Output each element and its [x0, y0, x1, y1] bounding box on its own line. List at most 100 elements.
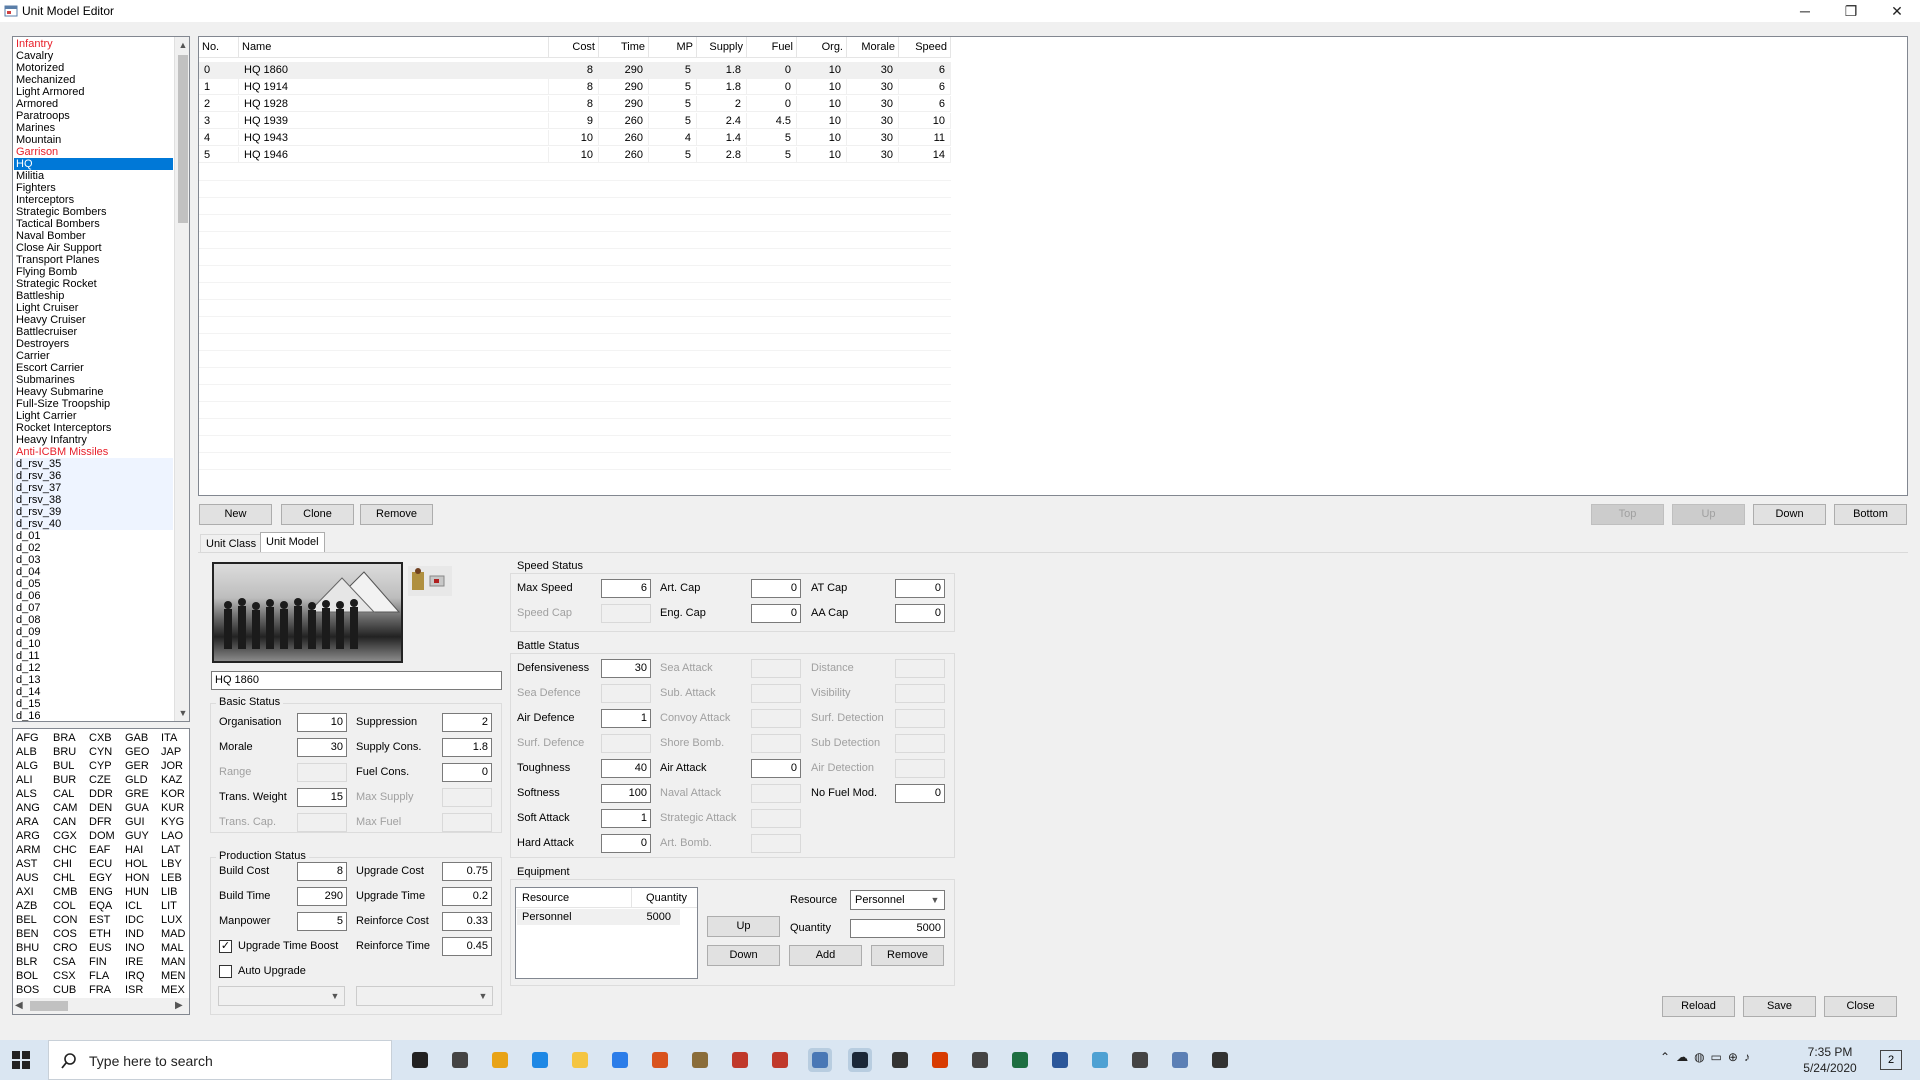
grid-column-header[interactable]: Speed: [899, 37, 951, 58]
country-item[interactable]: HUN: [125, 886, 149, 898]
unit-class-item[interactable]: Interceptors: [14, 194, 173, 206]
country-item[interactable]: BOL: [16, 970, 38, 982]
toughness-input[interactable]: 40: [601, 759, 651, 778]
equipment-down-button[interactable]: Down: [707, 945, 780, 966]
country-item[interactable]: GER: [125, 760, 149, 772]
unit-class-item[interactable]: d_11: [14, 650, 173, 662]
country-item[interactable]: COS: [53, 928, 77, 940]
unit-model-image[interactable]: [212, 562, 403, 663]
grid-column-header[interactable]: Cost: [549, 37, 599, 58]
unit-class-item[interactable]: Flying Bomb: [14, 266, 173, 278]
equipment-remove-button[interactable]: Remove: [871, 945, 944, 966]
start-button[interactable]: [12, 1051, 30, 1069]
country-item[interactable]: DFR: [89, 816, 112, 828]
country-item[interactable]: ARM: [16, 844, 40, 856]
globe-icon[interactable]: ⊕: [1728, 1050, 1744, 1064]
country-item[interactable]: AXI: [16, 886, 34, 898]
trans-cap-input[interactable]: [297, 813, 347, 832]
country-item[interactable]: EAF: [89, 844, 110, 856]
move-top-button[interactable]: Top: [1591, 504, 1664, 525]
editor-icon[interactable]: [1168, 1048, 1192, 1072]
notification-center-icon[interactable]: 2: [1880, 1050, 1902, 1070]
unit-class-item[interactable]: d_09: [14, 626, 173, 638]
unit-class-item[interactable]: Light Carrier: [14, 410, 173, 422]
table-row[interactable]: 5 HQ 1946 10 260 5 2.8 5 10 30 14: [199, 147, 951, 164]
unit-class-item[interactable]: Carrier: [14, 350, 173, 362]
country-item[interactable]: LBY: [161, 858, 182, 870]
upgrade-time-input[interactable]: 0.2: [442, 887, 492, 906]
upgrade-target-combo[interactable]: ▼: [218, 986, 345, 1006]
art-bomb-input[interactable]: [751, 834, 801, 853]
unit-class-item[interactable]: Heavy Infantry: [14, 434, 173, 446]
country-item[interactable]: CYN: [89, 746, 112, 758]
reload-button[interactable]: Reload: [1662, 996, 1735, 1017]
unit-class-item[interactable]: Destroyers: [14, 338, 173, 350]
unit-class-item[interactable]: Rocket Interceptors: [14, 422, 173, 434]
upgrade-time-boost-checkbox[interactable]: ✓: [219, 940, 232, 953]
country-item[interactable]: CAL: [53, 788, 74, 800]
upgrade-model-combo[interactable]: ▼: [356, 986, 493, 1006]
air-defence-input[interactable]: 1: [601, 709, 651, 728]
edge-icon[interactable]: [528, 1048, 552, 1072]
distance-input[interactable]: [895, 659, 945, 678]
country-item[interactable]: IDC: [125, 914, 144, 926]
country-item[interactable]: ICL: [125, 900, 142, 912]
country-item[interactable]: DEN: [89, 802, 112, 814]
unit-model-grid[interactable]: No. Name Cost Time MP Supply Fuel Org. Morale Spe…: [198, 36, 1908, 496]
country-item[interactable]: CON: [53, 914, 77, 926]
scroll-thumb[interactable]: [178, 55, 188, 223]
air-attack-input[interactable]: 0: [751, 759, 801, 778]
country-item[interactable]: ARA: [16, 816, 39, 828]
country-item[interactable]: FRA: [89, 984, 111, 996]
surf-detection-input[interactable]: [895, 709, 945, 728]
table-row[interactable]: 4 HQ 1943 10 260 4 1.4 5 10 30 11: [199, 130, 951, 147]
app-window-icon[interactable]: [808, 1048, 832, 1072]
search-box[interactable]: Type here to search: [48, 1040, 392, 1080]
word-icon[interactable]: [1048, 1048, 1072, 1072]
air-detection-input[interactable]: [895, 759, 945, 778]
grid-column-header[interactable]: Time: [599, 37, 649, 58]
country-item[interactable]: CUB: [53, 984, 76, 996]
unit-class-item[interactable]: Submarines: [14, 374, 173, 386]
range-input[interactable]: [297, 763, 347, 782]
unit-class-item[interactable]: Marines: [14, 122, 173, 134]
country-item[interactable]: IRQ: [125, 970, 145, 982]
unit-class-item[interactable]: Naval Bomber: [14, 230, 173, 242]
country-item[interactable]: ENG: [89, 886, 113, 898]
equipment-col-resource[interactable]: Resource: [522, 892, 569, 904]
unit-sprite-icon[interactable]: [408, 566, 452, 596]
eng-cap-input[interactable]: 0: [751, 604, 801, 623]
unit-class-item[interactable]: d_10: [14, 638, 173, 650]
country-item[interactable]: CZE: [89, 774, 111, 786]
close-window-button[interactable]: ✕: [1874, 0, 1920, 22]
country-item[interactable]: KUR: [161, 802, 184, 814]
tray-chevron-icon[interactable]: ⌃: [1660, 1050, 1676, 1064]
country-item[interactable]: BRA: [53, 732, 76, 744]
mail-icon[interactable]: [608, 1048, 632, 1072]
sub-detection-input[interactable]: [895, 734, 945, 753]
country-item[interactable]: DDR: [89, 788, 113, 800]
country-item[interactable]: LEB: [161, 872, 182, 884]
office-icon[interactable]: [928, 1048, 952, 1072]
unit-class-item[interactable]: d_14: [14, 686, 173, 698]
country-item[interactable]: ITA: [161, 732, 177, 744]
unit-class-item[interactable]: d_12: [14, 662, 173, 674]
grid-column-header[interactable]: Supply: [697, 37, 747, 58]
max-speed-input[interactable]: 6: [601, 579, 651, 598]
country-item[interactable]: CAN: [53, 816, 76, 828]
unit-class-item[interactable]: d_07: [14, 602, 173, 614]
naval-attack-input[interactable]: [751, 784, 801, 803]
hard-attack-input[interactable]: 0: [601, 834, 651, 853]
country-item[interactable]: FIN: [89, 956, 107, 968]
unit-class-item[interactable]: Full-Size Troopship: [14, 398, 173, 410]
grid-column-header[interactable]: Org.: [797, 37, 847, 58]
grid-column-header[interactable]: MP: [649, 37, 697, 58]
unit-class-item[interactable]: d_15: [14, 698, 173, 710]
new-button[interactable]: New: [199, 504, 272, 525]
unit-class-item[interactable]: Close Air Support: [14, 242, 173, 254]
country-item[interactable]: GAB: [125, 732, 148, 744]
country-item[interactable]: AST: [16, 858, 37, 870]
remove-button[interactable]: Remove: [360, 504, 433, 525]
country-item[interactable]: MAD: [161, 928, 185, 940]
equipment-add-button[interactable]: Add: [789, 945, 862, 966]
